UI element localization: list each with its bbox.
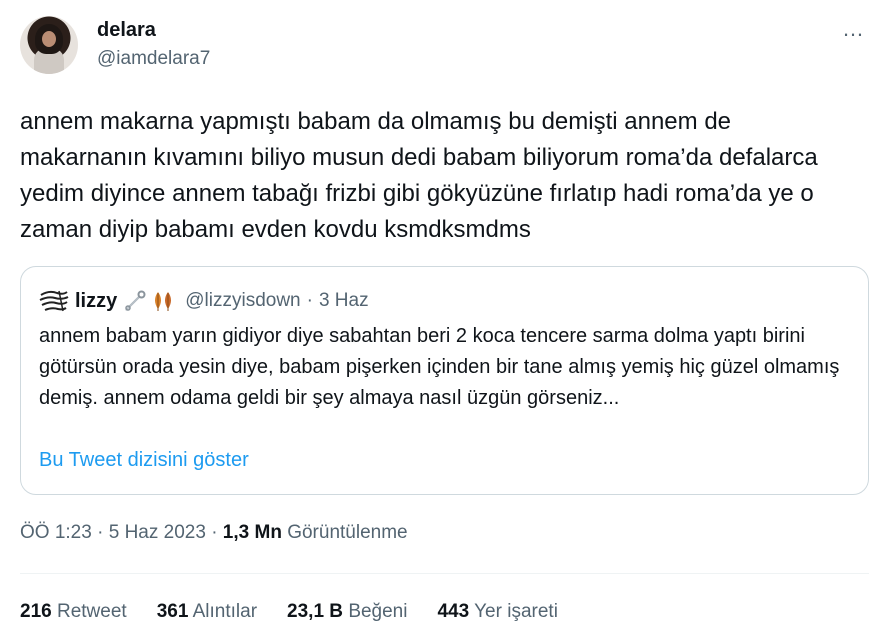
author-handle[interactable]: @iamdelara7 — [97, 48, 210, 70]
bookmarks-count: 443 — [437, 601, 470, 622]
retweets-label: Retweet — [56, 601, 127, 622]
tweet-text: annem makarna yapmıştı babam da olmamış … — [20, 108, 818, 243]
tweet-header: delara @iamdelara7 … — [20, 16, 865, 76]
bookmarks-label: Yer işareti — [474, 601, 558, 622]
quoted-author-name[interactable]: lizzy — [75, 290, 117, 313]
tweet-date[interactable]: 5 Haz 2023 — [109, 522, 206, 543]
quotes-stat[interactable]: 361 Alıntılar — [157, 601, 257, 623]
more-options-icon[interactable]: … — [842, 18, 865, 40]
separator-dot: · — [211, 522, 218, 543]
retweets-count: 216 — [20, 601, 52, 622]
quoted-tweet-text: annem babam yarın gidiyor diye sabahtan … — [39, 325, 840, 409]
views-label: Görüntülenme — [287, 522, 408, 543]
safety-pin-icon — [125, 290, 146, 311]
author-name[interactable]: delara — [97, 19, 156, 42]
quoted-tweet-header: lizzy @lizzyisdown · 3 Haz — [39, 287, 369, 315]
separator-dot: · — [306, 290, 313, 311]
avatar-face — [42, 31, 56, 47]
engagement-stats: 216 Retweet 361 Alıntılar 23,1 B Beğeni … — [20, 601, 588, 623]
quoted-author-handle[interactable]: @lizzyisdown — [185, 290, 300, 312]
likes-label: Beğeni — [348, 601, 408, 622]
quoted-avatar-icon[interactable] — [39, 289, 69, 313]
tweet-meta: ÖÖ 1:23 · 5 Haz 2023 · 1,3 Mn Görüntülen… — [20, 522, 408, 544]
avatar[interactable] — [20, 16, 78, 74]
show-thread-link[interactable]: Bu Tweet dizisini göster — [39, 449, 249, 472]
separator-dot: · — [97, 522, 104, 543]
views-count: 1,3 Mn — [222, 522, 282, 543]
quoted-date[interactable]: 3 Haz — [319, 290, 369, 312]
leaves-icon — [155, 292, 172, 311]
quoted-tweet[interactable]: lizzy @lizzyisdown · 3 Haz annem babam y… — [20, 266, 869, 495]
divider — [20, 573, 869, 574]
quotes-label: Alıntılar — [192, 601, 258, 622]
bookmarks-stat[interactable]: 443 Yer işareti — [437, 601, 557, 623]
quotes-count: 361 — [156, 601, 189, 622]
likes-stat[interactable]: 23,1 B Beğeni — [287, 601, 407, 623]
tweet-time[interactable]: ÖÖ 1:23 — [20, 522, 92, 543]
retweets-stat[interactable]: 216 Retweet — [20, 601, 127, 623]
likes-count: 23,1 B — [287, 601, 344, 622]
